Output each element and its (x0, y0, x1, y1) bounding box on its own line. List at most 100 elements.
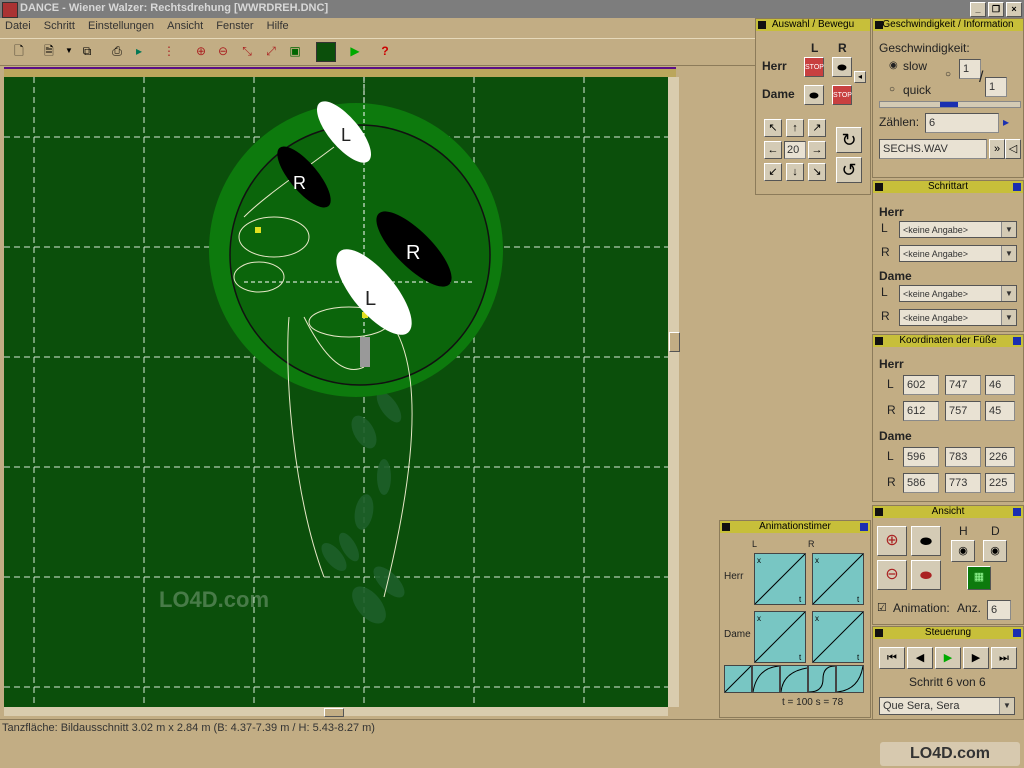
koord-dame-r-label: R (887, 475, 896, 489)
herr-eye-icon[interactable]: ◉ (951, 540, 975, 562)
play-button[interactable]: ▶ (935, 647, 961, 669)
herr-l-steptype-select[interactable]: <keine Angabe> ▼ (899, 221, 1017, 238)
herr-l-stop-button[interactable]: STOP (804, 57, 824, 77)
fraction-bottom-field[interactable]: 1 (985, 77, 1007, 97)
herr-r-y-field[interactable]: 757 (945, 401, 981, 421)
menu-einstellungen[interactable]: Einstellungen (83, 18, 159, 34)
curve-steep-preset[interactable] (836, 665, 864, 693)
dame-eye-icon[interactable]: ◉ (983, 540, 1007, 562)
sound-field[interactable]: SECHS.WAV (879, 139, 987, 159)
zoom-select-icon[interactable]: ⤡ (238, 42, 256, 60)
move-left-icon[interactable]: ← (764, 141, 782, 159)
vertical-scroll-thumb[interactable] (669, 332, 680, 352)
curve-easeout-preset[interactable] (780, 665, 808, 693)
grid-icon[interactable]: ⋮ (160, 42, 178, 60)
horizontal-scrollbar[interactable] (4, 707, 668, 717)
herr-l-x-field[interactable]: 602 (903, 375, 939, 395)
vertical-scrollbar[interactable] (668, 77, 680, 707)
curve-easein-preset[interactable] (752, 665, 780, 693)
dame-l-steptype-select[interactable]: <keine Angabe> ▼ (899, 285, 1017, 302)
curve-linear-preset[interactable] (724, 665, 752, 693)
play-icon[interactable]: ▶ (346, 42, 364, 60)
dropdown-arrow-icon[interactable]: ▼ (60, 42, 78, 60)
move-up-right-icon[interactable]: ↗ (808, 119, 826, 137)
slow-radio[interactable]: ◉ (889, 60, 898, 71)
herr-r-angle-field[interactable]: 45 (985, 401, 1015, 421)
dance-floor[interactable]: L R R L LO4D.com (4, 77, 668, 707)
speaker-icon[interactable]: ◁ (1005, 139, 1021, 159)
copy-icon[interactable]: ⧉ (78, 42, 96, 60)
rotate-cw-icon[interactable]: ↻ (836, 127, 862, 153)
step-size-field[interactable]: 20 (784, 141, 806, 159)
menu-ansicht[interactable]: Ansicht (162, 18, 208, 34)
app-icon[interactable] (2, 2, 18, 18)
dame-l-x-field[interactable]: 596 (903, 447, 939, 467)
zahlen-field[interactable]: 6 (925, 113, 999, 133)
move-up-left-icon[interactable]: ↖ (764, 119, 782, 137)
dame-l-y-field[interactable]: 783 (945, 447, 981, 467)
zoom-out-view-icon[interactable]: ⊖ (877, 560, 907, 590)
herr-r-x-field[interactable]: 612 (903, 401, 939, 421)
frame-icon[interactable]: ▣ (286, 42, 304, 60)
feet-color-icon[interactable]: ⬬ (911, 560, 941, 590)
dame-r-stop-button[interactable]: STOP (832, 85, 852, 105)
herr-r-feet-button[interactable]: ⬬ (832, 57, 852, 77)
next-step-button[interactable]: ▶ (963, 647, 989, 669)
move-up-icon[interactable]: ↑ (786, 119, 804, 137)
herr-l-y-field[interactable]: 747 (945, 375, 981, 395)
timer-herr-r-curve[interactable]: xt (812, 553, 864, 605)
move-right-icon[interactable]: → (808, 141, 826, 159)
close-button[interactable]: × (1006, 2, 1022, 17)
print-icon[interactable]: ⎙ (108, 42, 126, 60)
rotate-ccw-icon[interactable]: ↺ (836, 157, 862, 183)
horizontal-scroll-thumb[interactable] (324, 708, 344, 717)
menu-schritt[interactable]: Schritt (39, 18, 80, 34)
dame-r-y-field[interactable]: 773 (945, 473, 981, 493)
open-file-icon[interactable]: 🗎 (40, 42, 58, 60)
first-step-button[interactable]: ⏮ (879, 647, 905, 669)
animation-label: Animation: (893, 601, 950, 615)
quick-radio[interactable]: ○ (889, 84, 895, 95)
dame-l-angle-field[interactable]: 226 (985, 447, 1015, 467)
curve-scurve-preset[interactable] (808, 665, 836, 693)
zoom-in-view-icon[interactable]: ⊕ (877, 526, 907, 556)
speed-slider-thumb[interactable] (940, 102, 958, 107)
move-down-right-icon[interactable]: ↘ (808, 163, 826, 181)
help-icon[interactable]: ? (376, 42, 394, 60)
dame-r-steptype-select[interactable]: <keine Angabe> ▼ (899, 309, 1017, 326)
zoom-in-icon[interactable]: ⊕ (192, 42, 210, 60)
new-file-icon[interactable]: 🗋 (10, 42, 28, 60)
print-preview-icon[interactable]: ▸ (130, 42, 148, 60)
timer-dame-l-curve[interactable]: xt (754, 611, 806, 663)
herr-l-angle-field[interactable]: 46 (985, 375, 1015, 395)
fraction-radio[interactable]: ○ (945, 69, 951, 80)
swap-arrow-icon[interactable]: ◂ (854, 71, 866, 83)
fit-view-icon[interactable]: ⤢ (262, 42, 280, 60)
move-down-icon[interactable]: ↓ (786, 163, 804, 181)
song-select[interactable]: Que Sera, Sera ▼ (879, 697, 1015, 715)
feet-view-icon[interactable]: ⬬ (911, 526, 941, 556)
dame-r-angle-field[interactable]: 225 (985, 473, 1015, 493)
menu-fenster[interactable]: Fenster (211, 18, 258, 34)
timer-herr-l-curve[interactable]: xt (754, 553, 806, 605)
info-icon[interactable]: ▸ (1003, 115, 1009, 129)
prev-step-button[interactable]: ◀ (907, 647, 933, 669)
herr-r-steptype-select[interactable]: <keine Angabe> ▼ (899, 245, 1017, 262)
minimize-button[interactable]: _ (970, 2, 986, 17)
zoom-out-icon[interactable]: ⊖ (214, 42, 232, 60)
floor-view-icon[interactable] (316, 42, 336, 62)
last-step-button[interactable]: ⏭ (991, 647, 1017, 669)
restore-button[interactable]: ❐ (988, 2, 1004, 17)
menu-hilfe[interactable]: Hilfe (262, 18, 294, 34)
anz-field[interactable]: 6 (987, 600, 1011, 620)
grid-toggle-icon[interactable]: ▦ (967, 566, 991, 590)
dame-r-x-field[interactable]: 586 (903, 473, 939, 493)
move-down-left-icon[interactable]: ↙ (764, 163, 782, 181)
speed-slider[interactable] (879, 101, 1021, 108)
fraction-top-field[interactable]: 1 (959, 59, 981, 79)
animation-checkbox[interactable]: ☑ (877, 601, 887, 614)
sound-browse-icon[interactable]: » (989, 139, 1005, 159)
timer-dame-r-curve[interactable]: xt (812, 611, 864, 663)
dame-l-feet-button[interactable]: ⬬ (804, 85, 824, 105)
menu-datei[interactable]: Datei (0, 18, 36, 34)
